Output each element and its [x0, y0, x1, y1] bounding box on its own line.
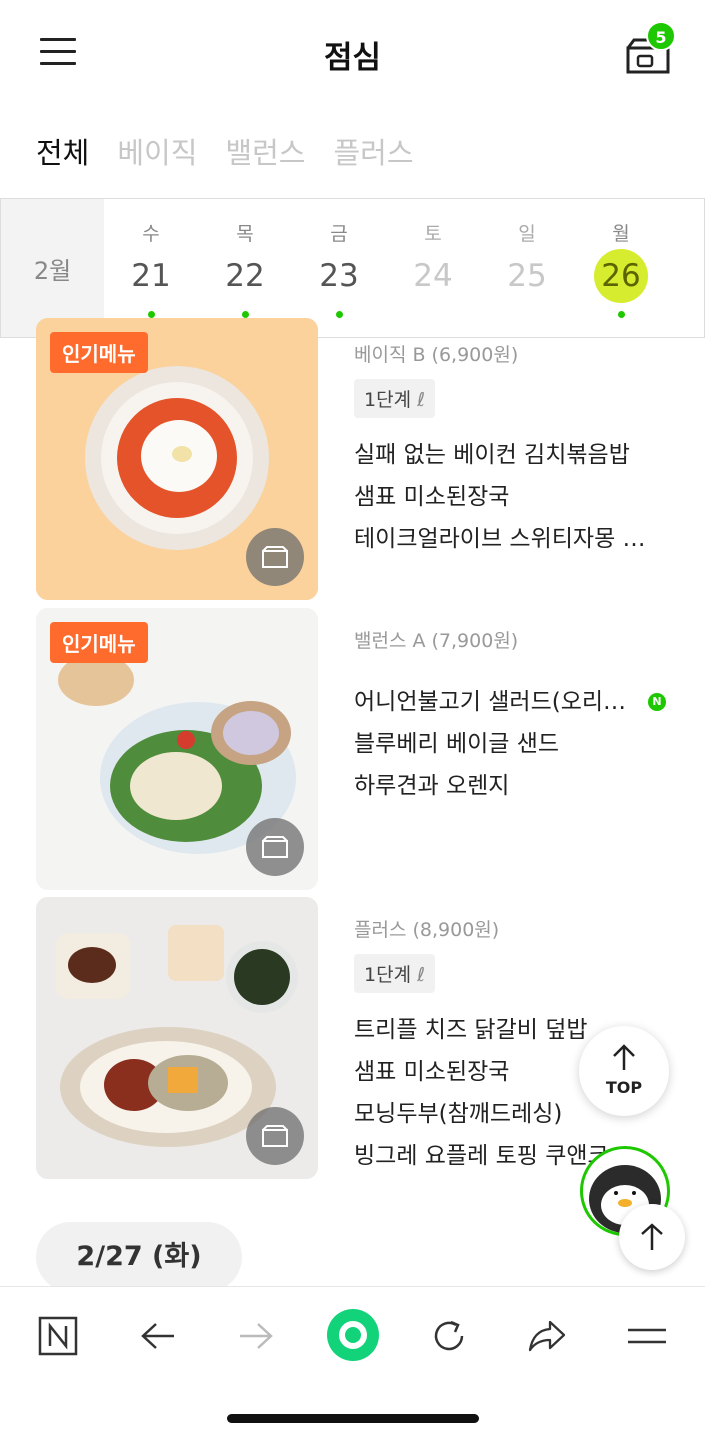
naver-home-button[interactable] — [35, 1313, 81, 1359]
day-24[interactable]: 토 24 — [386, 199, 480, 337]
scroll-top-button[interactable]: TOP — [579, 1026, 669, 1116]
day-23[interactable]: 금 23 — [292, 199, 386, 337]
day-22[interactable]: 목 22 — [198, 199, 292, 337]
menu-photo — [36, 897, 318, 1179]
day-of-week: 토 — [424, 223, 442, 245]
green-dot-button[interactable] — [325, 1307, 381, 1363]
naver-logo-icon — [38, 1316, 78, 1356]
popular-badge: 인기메뉴 — [50, 622, 148, 663]
day-number: 26 — [594, 249, 648, 303]
menu-item: 실패 없는 베이컨 김치볶음밥 — [354, 442, 630, 468]
arrow-left-icon — [141, 1323, 174, 1349]
day-26[interactable]: 월 26 — [574, 199, 668, 337]
day-number: 23 — [319, 258, 359, 294]
day-21[interactable]: 수 21 — [104, 199, 198, 337]
tab-plus[interactable]: 플러스 — [333, 130, 413, 172]
package-icon[interactable] — [246, 528, 304, 586]
menu-photo: 인기메뉴 — [36, 318, 318, 600]
menu-item: 하루견과 오렌지 — [354, 773, 510, 799]
day-number: 22 — [225, 258, 265, 294]
spice-level-badge: 1단계 ℓ — [354, 954, 435, 993]
available-dot — [618, 311, 625, 318]
category-tabs: 전체 베이직 밸런스 플러스 — [36, 130, 414, 172]
available-dot — [242, 311, 249, 318]
available-dot — [148, 311, 155, 318]
arrow-up-icon — [613, 1044, 635, 1070]
naver-badge: N — [648, 693, 666, 711]
day-of-week: 목 — [236, 223, 254, 245]
next-date-header: 2/27 (화) — [36, 1222, 242, 1292]
scroll-up-button[interactable] — [619, 1204, 685, 1270]
header: 점심 5 — [0, 0, 705, 105]
share-button[interactable] — [524, 1313, 570, 1359]
menu-item: 어니언불고기 샐러드(오리… — [354, 689, 627, 715]
menu-item: 블루베리 베이글 샌드 — [354, 731, 560, 757]
chili-icon: ℓ — [417, 389, 425, 411]
day-of-week: 수 — [142, 223, 160, 245]
tab-balance[interactable]: 밸런스 — [225, 130, 305, 172]
day-number: 25 — [507, 258, 547, 294]
spice-level-badge: 1단계 ℓ — [354, 379, 435, 418]
arrow-right-icon — [240, 1323, 273, 1349]
green-dot-icon — [327, 1309, 379, 1361]
menu-card[interactable]: 인기메뉴 베이직 B (6,900원) 1단계 ℓ 실패 없는 베이컨 김치볶음… — [36, 318, 676, 600]
menu-card[interactable]: 플러스 (8,900원) 1단계 ℓ 트리플 치즈 닭갈비 덮밥 샘표 미소된장… — [36, 897, 676, 1179]
plan-name: 밸런스 A (7,900원) — [354, 630, 519, 652]
menu-item: 테이크얼라이브 스위티자몽 … — [354, 526, 646, 552]
menu-button[interactable] — [624, 1313, 670, 1359]
tab-all[interactable]: 전체 — [36, 130, 89, 172]
reload-icon — [434, 1320, 464, 1351]
plan-name: 플러스 (8,900원) — [354, 919, 500, 941]
arrow-up-icon — [641, 1223, 663, 1250]
day-number: 24 — [413, 258, 453, 294]
package-icon[interactable] — [246, 818, 304, 876]
menu-item: 샘표 미소된장국 — [354, 484, 510, 510]
back-button[interactable] — [135, 1313, 181, 1359]
cart-count-badge: 5 — [646, 21, 676, 51]
menu-info: 밸런스 A (7,900원) 어니언불고기 샐러드(오리… N 블루베리 베이글… — [354, 626, 676, 807]
day-number: 21 — [131, 258, 171, 294]
tab-basic[interactable]: 베이직 — [117, 130, 197, 172]
reload-button[interactable] — [426, 1313, 472, 1359]
day-25[interactable]: 일 25 — [480, 199, 574, 337]
day-of-week: 일 — [518, 223, 536, 245]
month-label: 2월 — [1, 199, 104, 337]
forward-button[interactable] — [233, 1313, 279, 1359]
date-strip: 2월 수 21 목 22 금 23 토 24 일 25 월 26 — [0, 198, 705, 338]
spice-level-label: 1단계 — [364, 964, 412, 986]
spice-level-label: 1단계 — [364, 389, 412, 411]
page-title: 점심 — [323, 40, 382, 76]
available-dot — [336, 311, 343, 318]
home-indicator — [227, 1414, 479, 1423]
package-icon[interactable] — [246, 1107, 304, 1165]
menu-info: 베이직 B (6,900원) 1단계 ℓ 실패 없는 베이컨 김치볶음밥 샘표 … — [354, 340, 676, 560]
popular-badge: 인기메뉴 — [50, 332, 148, 373]
share-icon — [528, 1320, 566, 1352]
day-of-week: 금 — [330, 223, 348, 245]
menu-icon — [628, 1328, 666, 1344]
top-label: TOP — [605, 1078, 643, 1097]
menu-photo: 인기메뉴 — [36, 608, 318, 890]
plan-name: 베이직 B (6,900원) — [354, 344, 519, 366]
menu-card[interactable]: 인기메뉴 밸런스 A (7,900원) 어니언불고기 샐러드(오리… N 블루베… — [36, 608, 676, 890]
chili-icon: ℓ — [417, 964, 425, 986]
day-of-week: 월 — [612, 223, 630, 245]
